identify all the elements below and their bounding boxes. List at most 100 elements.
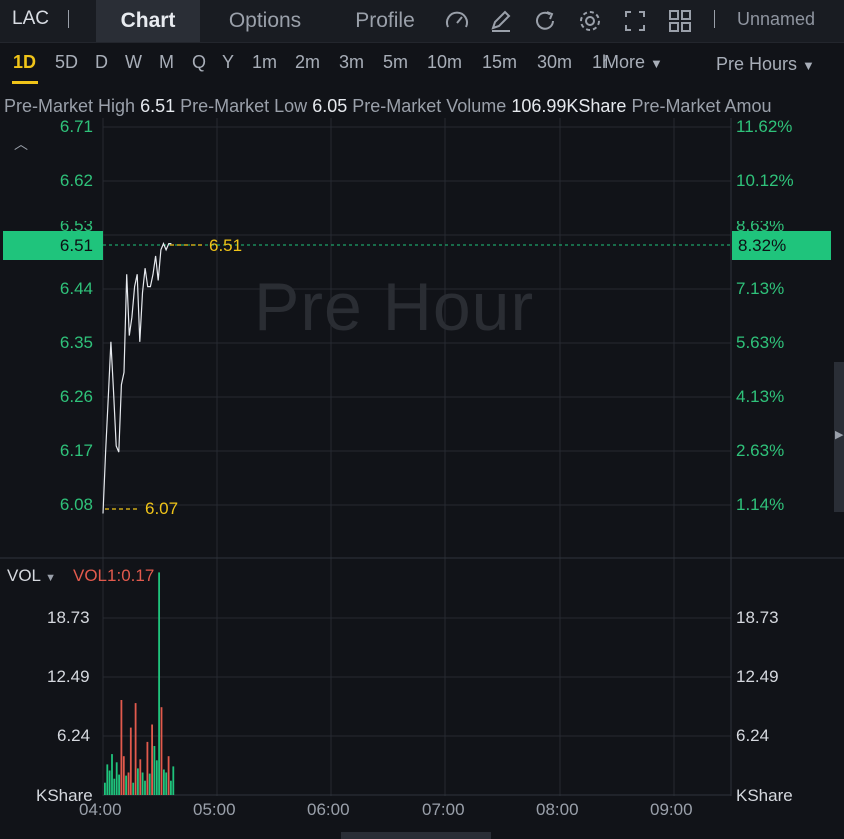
symbol-label[interactable]: LAC — [12, 8, 49, 30]
volume-bar — [106, 764, 109, 795]
more-label: More — [604, 52, 646, 72]
tab-chart[interactable]: Chart — [96, 0, 200, 42]
price-tick: 6.26 — [59, 387, 93, 406]
volume-bar — [127, 772, 130, 795]
period-selector: 1D 5D D W M Q Y 1m 2m 3m 5m 10m 15m 30m … — [0, 42, 844, 88]
volume-bar — [129, 727, 132, 795]
pct-tick: 4.13% — [736, 387, 785, 406]
volume-bar — [163, 769, 165, 795]
refresh-icon[interactable] — [532, 8, 558, 34]
price-line — [102, 242, 172, 514]
volume-bar — [165, 772, 168, 795]
volume-bar — [167, 756, 170, 795]
settings-icon[interactable] — [577, 8, 603, 34]
tab-options[interactable]: Options — [214, 0, 316, 42]
price-tick: 6.35 — [59, 333, 93, 352]
volume-indicator-dropdown[interactable]: VOL ▼ — [7, 566, 56, 586]
period-1m[interactable]: 1m — [252, 52, 277, 73]
current-pct-tag: 8.32% — [732, 231, 831, 260]
price-tick: 6.71 — [59, 117, 93, 136]
volume-bar — [104, 782, 106, 795]
volume-bar — [144, 780, 146, 795]
bottom-panel-handle[interactable] — [341, 832, 491, 839]
price-tick: 6.62 — [59, 171, 93, 190]
pct-tick: 10.12% — [736, 171, 794, 190]
stat-label: Pre-Market Amou — [631, 96, 772, 116]
current-price-tag: 6.51 — [3, 231, 103, 260]
stat-label: Pre-Market Low — [180, 96, 308, 116]
volume-value: VOL1:0.17 — [73, 566, 155, 585]
chevron-down-icon: ▼ — [802, 58, 815, 73]
volume-bar — [122, 756, 125, 795]
volume-tick: 6.24 — [57, 726, 91, 745]
period-5d[interactable]: 5D — [55, 52, 78, 73]
volume-bar — [155, 760, 158, 795]
volume-bar — [125, 775, 127, 795]
price-chart[interactable] — [0, 118, 844, 830]
period-3m[interactable]: 3m — [339, 52, 364, 73]
period-y[interactable]: Y — [222, 52, 234, 73]
layout-name[interactable]: Unnamed — [737, 9, 815, 30]
watermark: Pre Hour — [254, 269, 535, 345]
period-15m[interactable]: 15m — [482, 52, 517, 73]
volume-bar — [120, 700, 123, 795]
stat-label: Pre-Market Volume — [352, 96, 507, 116]
stat-value: 106.99KShare — [511, 96, 627, 116]
chevron-up-icon[interactable]: ︿ — [14, 134, 28, 154]
edit-icon[interactable] — [488, 8, 514, 34]
pct-tick: 5.63% — [736, 333, 785, 352]
volume-tick: 12.49 — [47, 667, 90, 686]
pct-tick: 7.13% — [736, 279, 785, 298]
period-2m[interactable]: 2m — [295, 52, 320, 73]
volume-bar — [115, 762, 118, 795]
volume-bar — [160, 707, 163, 795]
gauge-icon[interactable] — [444, 8, 470, 34]
volume-bar — [113, 778, 116, 795]
volume-tick: 18.73 — [736, 608, 779, 627]
time-tick: 04:00 — [79, 800, 122, 819]
period-10m[interactable]: 10m — [427, 52, 462, 73]
price-tick: 6.17 — [59, 441, 93, 460]
period-1d[interactable]: 1D — [13, 52, 36, 73]
volume-bar — [111, 754, 113, 795]
period-m[interactable]: M — [159, 52, 174, 73]
volume-bars — [104, 572, 175, 795]
session-dropdown[interactable]: Pre Hours ▼ — [716, 54, 815, 75]
price-tick: 6.53 — [59, 221, 93, 231]
chevron-right-icon: ▶ — [835, 429, 844, 441]
volume-bar — [134, 703, 137, 795]
volume-tick: 6.24 — [736, 726, 770, 745]
last-price-label: 6.51 — [209, 236, 243, 255]
volume-bar — [137, 768, 139, 795]
period-d[interactable]: D — [95, 52, 108, 73]
volume-bar — [153, 746, 156, 795]
layout-grid-icon[interactable] — [667, 8, 693, 34]
active-period-indicator — [12, 81, 38, 84]
time-tick: 08:00 — [536, 800, 579, 819]
tab-profile[interactable]: Profile — [342, 0, 428, 42]
chevron-down-icon: ▼ — [650, 56, 663, 71]
period-q[interactable]: Q — [192, 52, 206, 73]
volume-bar — [158, 572, 160, 795]
more-dropdown[interactable]: More ▼ — [604, 52, 663, 73]
period-30m[interactable]: 30m — [537, 52, 572, 73]
period-w[interactable]: W — [125, 52, 142, 73]
stat-value: 6.05 — [312, 96, 348, 116]
divider — [714, 10, 715, 28]
volume-bar — [139, 759, 142, 795]
volume-bar — [146, 741, 149, 795]
volume-tick: 18.73 — [47, 608, 90, 627]
period-5m[interactable]: 5m — [383, 52, 408, 73]
pct-tick: 2.63% — [736, 441, 785, 460]
volume-bar — [151, 724, 153, 795]
stat-value: 6.51 — [140, 96, 176, 116]
side-panel-handle[interactable]: ▶ — [834, 362, 844, 512]
stat-label: Pre-Market High — [4, 96, 136, 116]
time-tick: 05:00 — [193, 800, 236, 819]
fullscreen-icon[interactable] — [622, 8, 648, 34]
volume-unit: KShare — [736, 786, 793, 805]
volume-bar — [170, 780, 172, 795]
volume-bar — [132, 782, 135, 795]
price-tick: 6.08 — [59, 495, 93, 514]
volume-bar — [148, 773, 151, 795]
